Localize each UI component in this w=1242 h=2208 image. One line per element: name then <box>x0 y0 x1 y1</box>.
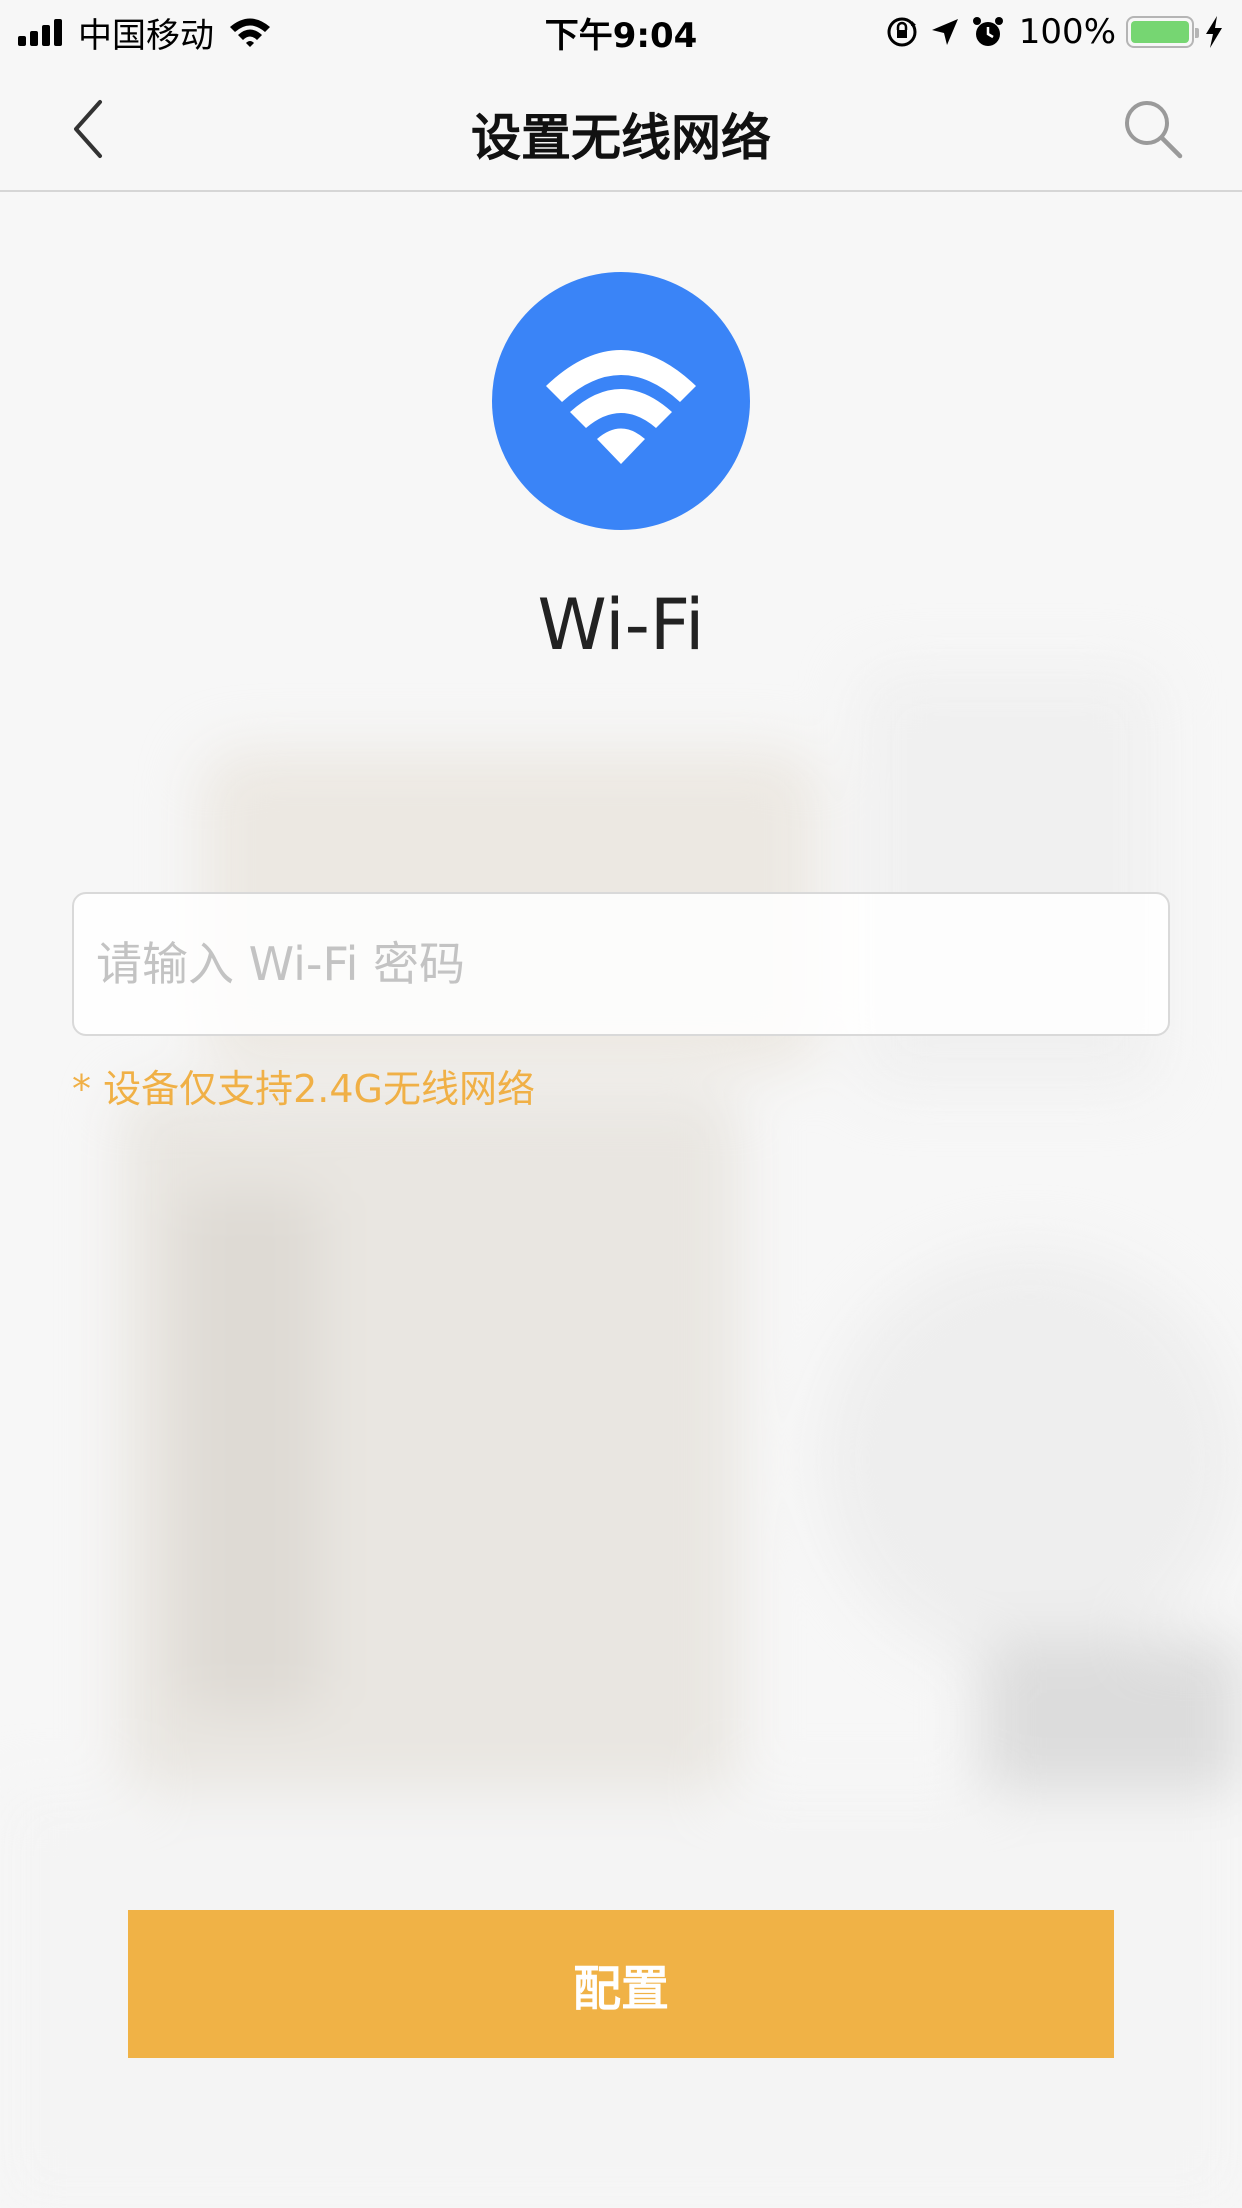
wifi-icon <box>546 350 696 464</box>
support-hint: * 设备仅支持2.4G无线网络 <box>72 1067 535 1111</box>
battery-fill <box>1131 21 1189 43</box>
rotation-lock-icon <box>887 17 917 47</box>
wifi-password-input[interactable] <box>74 894 1168 1034</box>
battery-percent: 100% <box>1018 12 1116 52</box>
charging-icon <box>1206 16 1222 48</box>
search-icon[interactable] <box>1120 96 1186 162</box>
alarm-icon <box>972 17 1003 46</box>
main-content: Wi-Fi * 设备仅支持2.4G无线网络 配置 <box>0 192 1242 2208</box>
config-button[interactable]: 配置 <box>128 1910 1114 2058</box>
status-bar: 中国移动 下午9:04 100% <box>0 0 1242 62</box>
wifi-password-field[interactable] <box>72 892 1170 1036</box>
screen: 中国移动 下午9:04 100% 设置无线网络 Wi-Fi * 设备仅支持2.4… <box>0 0 1242 2208</box>
wifi-badge <box>492 272 750 530</box>
nav-bar: 设置无线网络 <box>0 62 1242 192</box>
wifi-label: Wi-Fi <box>537 584 705 666</box>
status-right: 100% <box>875 12 1224 52</box>
page-title: 设置无线网络 <box>471 109 771 167</box>
location-icon <box>931 19 958 45</box>
battery-icon <box>1126 16 1199 48</box>
